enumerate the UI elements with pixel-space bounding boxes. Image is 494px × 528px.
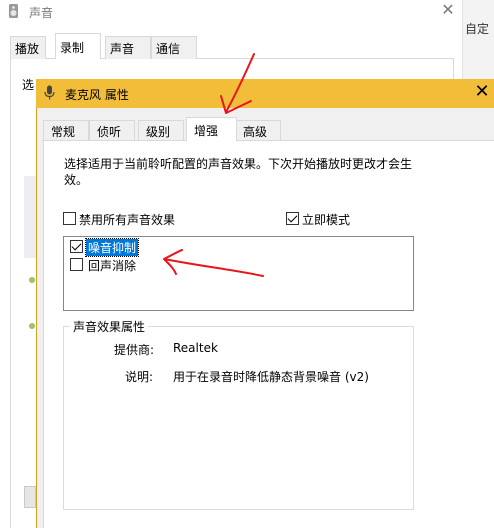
- tab-sounds[interactable]: 声音: [105, 36, 151, 59]
- tab-playback[interactable]: 播放: [10, 36, 46, 59]
- effect-description-label: 说明:: [125, 370, 154, 384]
- echo-cancellation-checkbox[interactable]: [70, 258, 83, 271]
- device-button-fragment[interactable]: [24, 486, 36, 508]
- device-list-fragment: [24, 176, 36, 258]
- disable-all-effects-checkbox[interactable]: [63, 212, 76, 225]
- background-window-text: 自定: [465, 22, 490, 36]
- tab-advanced[interactable]: 高级: [235, 120, 281, 140]
- device-status-icon: [29, 323, 35, 329]
- effect-description-value: 用于在录音时降低静态背景噪音 (v2): [173, 370, 369, 384]
- noise-suppression-label[interactable]: 噪音抑制: [84, 238, 140, 257]
- provider-label: 提供商:: [114, 343, 155, 357]
- provider-value: Realtek: [173, 341, 218, 355]
- disable-all-effects-label[interactable]: 禁用所有声音效果: [79, 211, 175, 228]
- immediate-mode-checkbox[interactable]: [286, 212, 299, 225]
- tab-levels[interactable]: 级别: [138, 120, 184, 140]
- tab-recording[interactable]: 录制: [55, 33, 101, 59]
- device-status-icon: [29, 277, 35, 283]
- tab-communications[interactable]: 通信: [151, 36, 197, 59]
- speaker-icon: [9, 4, 18, 18]
- dialog-close-button[interactable]: ✕: [472, 82, 492, 104]
- tab-listen[interactable]: 侦听: [89, 120, 135, 140]
- sound-window-titlebar: [0, 0, 462, 24]
- dialog-title: 麦克风 属性: [65, 88, 129, 102]
- sound-window-select-text: 选: [22, 78, 35, 92]
- sound-window-close-button[interactable]: ✕: [438, 0, 458, 22]
- sound-window-title: 声音: [29, 6, 54, 20]
- immediate-mode-label[interactable]: 立即模式: [302, 211, 350, 228]
- noise-suppression-checkbox[interactable]: [70, 240, 83, 253]
- echo-cancellation-label[interactable]: 回声消除: [88, 257, 136, 274]
- tab-divider: [42, 140, 494, 141]
- effect-properties-title: 声音效果属性: [70, 318, 149, 335]
- enhancements-description: 选择适用于当前聆听配置的声音效果。下次开始播放时更改才会生效。: [64, 157, 413, 187]
- tab-enhancements[interactable]: 增强: [186, 117, 237, 141]
- tab-general[interactable]: 常规: [43, 120, 89, 140]
- microphone-icon: [44, 85, 55, 100]
